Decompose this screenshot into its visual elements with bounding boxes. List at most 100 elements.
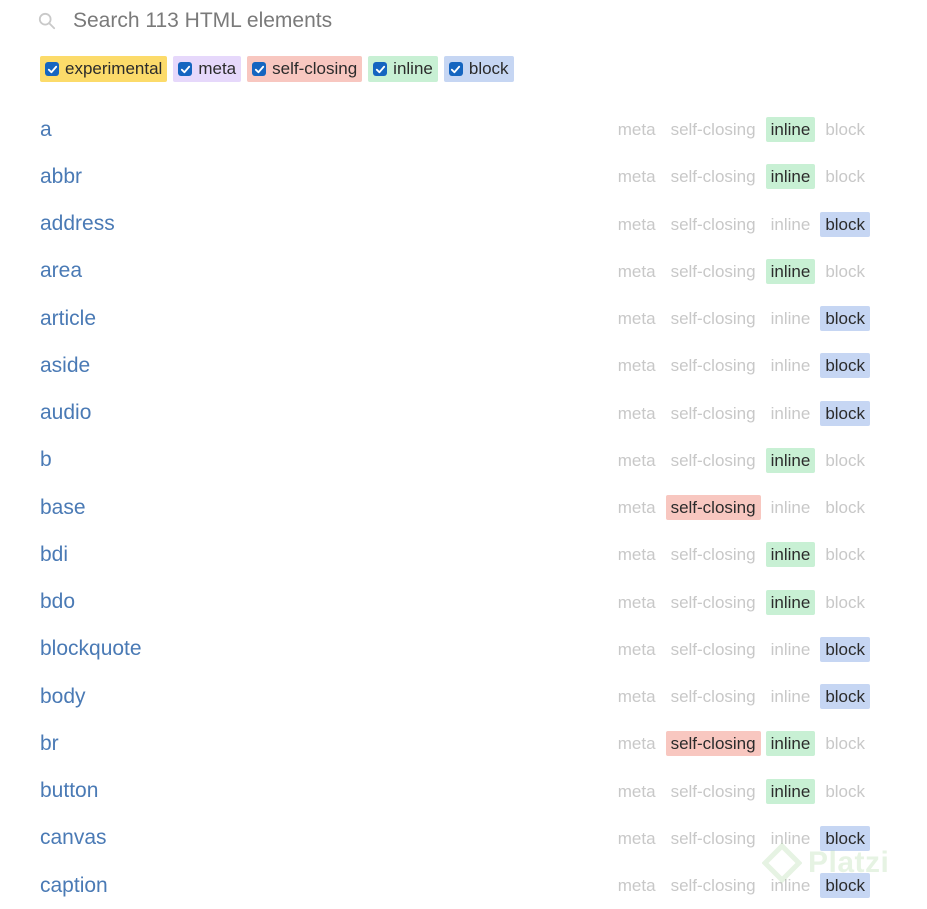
tag-inline: inline bbox=[770, 403, 811, 423]
element-row: abbr meta self-closing inline block bbox=[40, 153, 880, 200]
element-name-link[interactable]: audio bbox=[40, 401, 91, 425]
tag-self-closing: self-closing bbox=[665, 731, 761, 757]
element-tags: meta self-closing inline block bbox=[608, 353, 870, 379]
tag-block: block bbox=[825, 167, 865, 187]
element-tags: meta self-closing inline block bbox=[608, 825, 870, 851]
tag-meta: meta bbox=[617, 876, 656, 896]
filter-meta[interactable]: meta bbox=[173, 56, 242, 82]
element-row: area meta self-closing inline block bbox=[40, 248, 880, 295]
search-icon bbox=[38, 12, 56, 30]
tag-meta: meta bbox=[617, 356, 656, 376]
element-name-link[interactable]: bdi bbox=[40, 543, 68, 567]
element-name-link[interactable]: blockquote bbox=[40, 637, 142, 661]
tag-self-closing: self-closing bbox=[670, 214, 756, 234]
checkmark-icon bbox=[254, 65, 264, 73]
checkbox[interactable] bbox=[252, 62, 267, 76]
element-name-link[interactable]: button bbox=[40, 779, 98, 803]
tag-self-closing: self-closing bbox=[670, 828, 756, 848]
tag-block: block bbox=[825, 450, 865, 470]
filter-label: meta bbox=[198, 59, 237, 78]
element-row: canvas meta self-closing inline block bbox=[40, 815, 880, 862]
checkmark-icon bbox=[375, 65, 385, 73]
tag-meta: meta bbox=[617, 309, 656, 329]
element-tags: meta self-closing inline block bbox=[608, 447, 870, 473]
element-tags: meta self-closing inline block bbox=[608, 873, 870, 899]
tag-self-closing: self-closing bbox=[670, 687, 756, 707]
filter-label: experimental bbox=[65, 59, 163, 78]
element-row: b meta self-closing inline block bbox=[40, 437, 880, 484]
element-row: aside meta self-closing inline block bbox=[40, 342, 880, 389]
element-name-link[interactable]: br bbox=[40, 732, 59, 756]
element-name-link[interactable]: area bbox=[40, 259, 82, 283]
tag-inline: inline bbox=[770, 687, 811, 707]
element-name-link[interactable]: b bbox=[40, 448, 52, 472]
element-name-link[interactable]: bdo bbox=[40, 590, 75, 614]
tag-inline: inline bbox=[770, 828, 811, 848]
element-list: a meta self-closing inline block abbr meta self… bbox=[40, 106, 880, 909]
element-tags: meta self-closing inline block bbox=[608, 211, 870, 237]
tag-inline: inline bbox=[765, 731, 816, 757]
element-name-link[interactable]: caption bbox=[40, 874, 108, 898]
tag-block: block bbox=[820, 873, 870, 899]
checkmark-icon bbox=[47, 65, 57, 73]
tag-block: block bbox=[820, 825, 870, 851]
tag-self-closing: self-closing bbox=[670, 450, 756, 470]
checkmark-icon bbox=[451, 65, 461, 73]
filter-inline[interactable]: inline bbox=[368, 56, 438, 82]
tag-meta: meta bbox=[617, 545, 656, 565]
tag-self-closing: self-closing bbox=[670, 592, 756, 612]
filter-self-closing[interactable]: self-closing bbox=[247, 56, 363, 82]
element-name-link[interactable]: body bbox=[40, 685, 86, 709]
tag-inline: inline bbox=[765, 117, 816, 143]
search-input[interactable] bbox=[73, 9, 773, 33]
element-name-link[interactable]: address bbox=[40, 212, 115, 236]
tag-block: block bbox=[820, 400, 870, 426]
tag-self-closing: self-closing bbox=[670, 261, 756, 281]
tag-inline: inline bbox=[765, 542, 816, 568]
element-tags: meta self-closing inline block bbox=[608, 684, 870, 710]
tag-block: block bbox=[820, 211, 870, 237]
checkbox[interactable] bbox=[373, 62, 388, 76]
element-tags: meta self-closing inline block bbox=[608, 306, 870, 332]
element-name-link[interactable]: abbr bbox=[40, 165, 82, 189]
filter-label: self-closing bbox=[272, 59, 358, 78]
filter-experimental[interactable]: experimental bbox=[40, 56, 168, 82]
tag-block: block bbox=[825, 545, 865, 565]
tag-meta: meta bbox=[617, 639, 656, 659]
tag-meta: meta bbox=[617, 687, 656, 707]
filter-label: inline bbox=[393, 59, 433, 78]
tag-block: block bbox=[825, 734, 865, 754]
checkbox[interactable] bbox=[178, 62, 193, 76]
tag-block: block bbox=[825, 261, 865, 281]
tag-meta: meta bbox=[617, 214, 656, 234]
tag-inline: inline bbox=[765, 258, 816, 284]
element-tags: meta self-closing inline block bbox=[608, 400, 870, 426]
tag-meta: meta bbox=[617, 498, 656, 518]
element-name-link[interactable]: a bbox=[40, 118, 52, 142]
element-row: blockquote meta self-closing inline block bbox=[40, 626, 880, 673]
tag-inline: inline bbox=[770, 498, 811, 518]
tag-meta: meta bbox=[617, 403, 656, 423]
element-row: br meta self-closing inline block bbox=[40, 720, 880, 767]
element-name-link[interactable]: article bbox=[40, 307, 96, 331]
tag-self-closing: self-closing bbox=[670, 876, 756, 896]
tag-meta: meta bbox=[617, 167, 656, 187]
tag-block: block bbox=[825, 120, 865, 140]
tag-inline: inline bbox=[770, 639, 811, 659]
element-row: audio meta self-closing inline block bbox=[40, 390, 880, 437]
element-name-link[interactable]: base bbox=[40, 496, 86, 520]
tag-inline: inline bbox=[765, 447, 816, 473]
checkbox[interactable] bbox=[448, 62, 463, 76]
element-name-link[interactable]: canvas bbox=[40, 826, 107, 850]
tag-inline: inline bbox=[770, 356, 811, 376]
checkbox[interactable] bbox=[45, 62, 59, 76]
filter-block[interactable]: block bbox=[443, 56, 514, 82]
tag-self-closing: self-closing bbox=[670, 545, 756, 565]
tag-self-closing: self-closing bbox=[670, 309, 756, 329]
element-tags: meta self-closing inline block bbox=[608, 731, 870, 757]
tag-block: block bbox=[820, 636, 870, 662]
tag-self-closing: self-closing bbox=[670, 356, 756, 376]
search-bar bbox=[38, 4, 898, 38]
element-name-link[interactable]: aside bbox=[40, 354, 90, 378]
element-tags: meta self-closing inline block bbox=[608, 258, 870, 284]
